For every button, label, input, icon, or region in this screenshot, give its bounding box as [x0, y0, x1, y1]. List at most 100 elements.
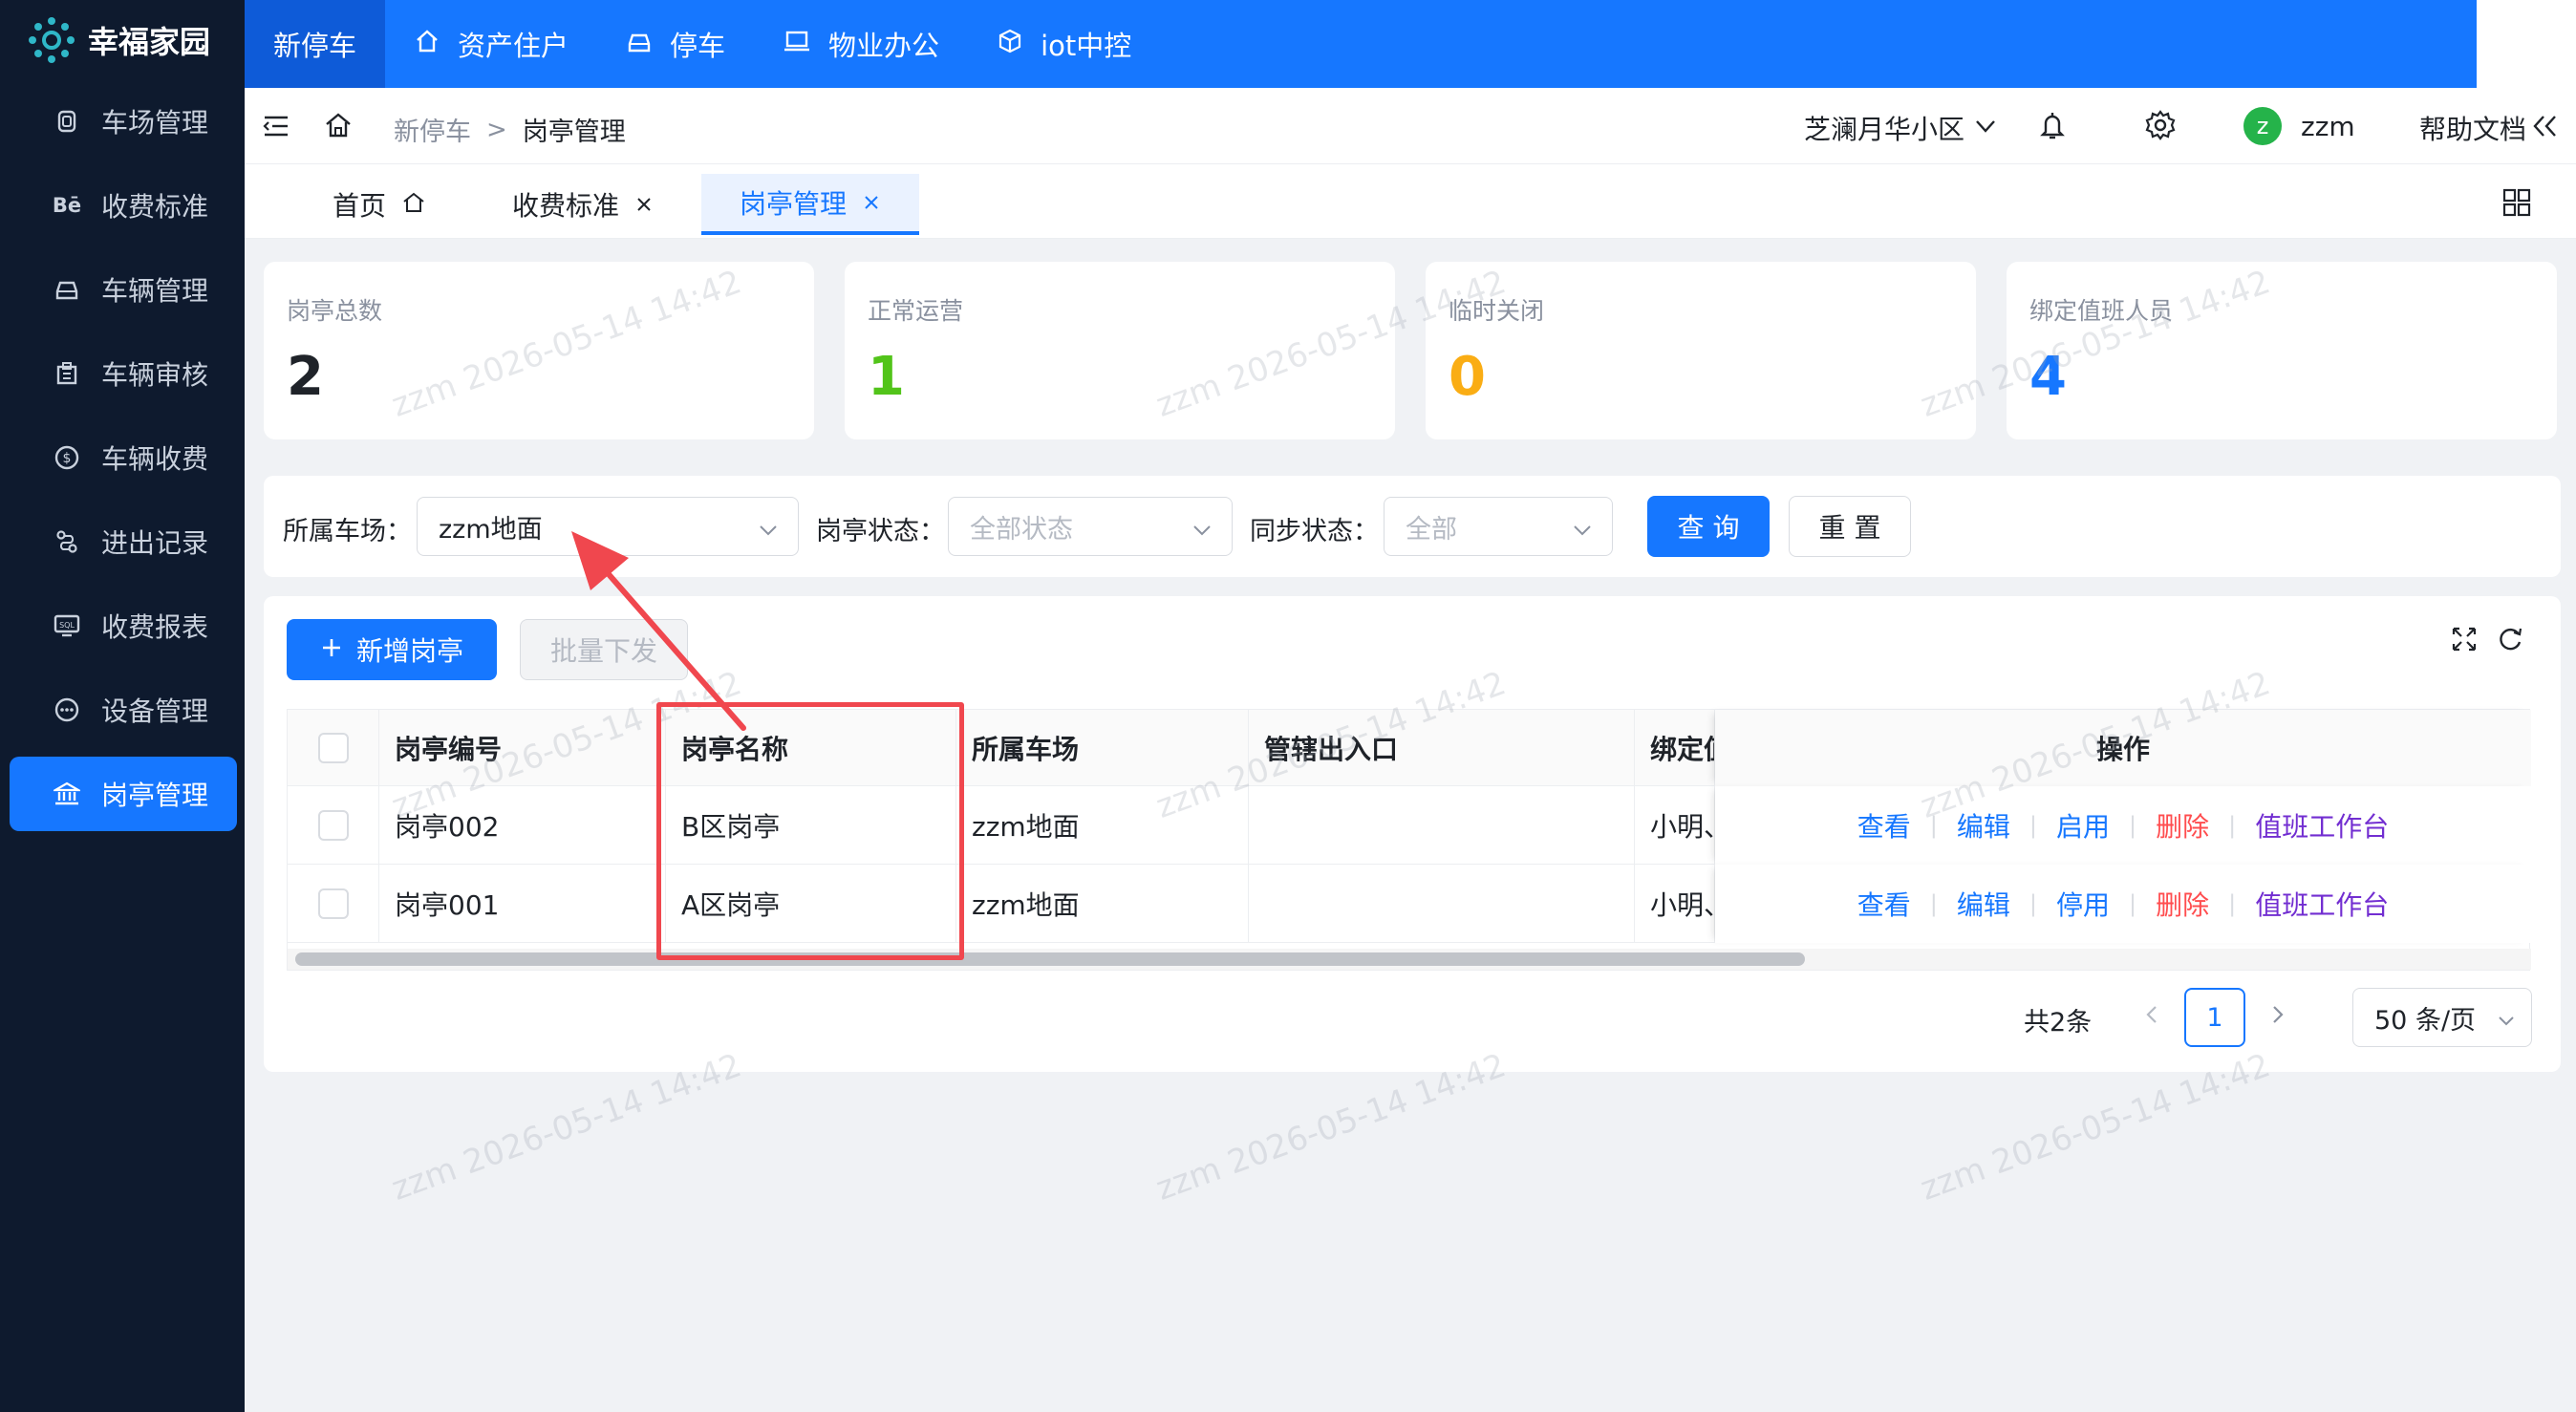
sidebar-item-device-management[interactable]: 设备管理 [10, 673, 237, 747]
chevron-down-icon [758, 517, 779, 546]
edit-link[interactable]: 编辑 [1957, 885, 2010, 923]
action-divider: | [2129, 890, 2137, 917]
help-docs-link[interactable]: 帮助文档 [2419, 109, 2559, 147]
bank-icon [54, 781, 80, 807]
tab-fee-standard[interactable]: 收费标准 [474, 174, 692, 235]
row-checkbox[interactable] [317, 888, 349, 919]
home-icon [414, 28, 440, 61]
home-icon [401, 189, 426, 221]
cell-staff: 小明、 [1635, 786, 1715, 865]
topnav-item-new-parking[interactable]: 新停车 [245, 0, 386, 88]
stat-label: 绑定值班人员 [2029, 297, 2174, 325]
parking-select[interactable]: zzm地面 [417, 497, 799, 556]
horizontal-scrollbar[interactable] [288, 949, 2531, 970]
topnav-item-assets-residents[interactable]: 资产住户 [385, 0, 597, 88]
column-header-gates[interactable]: 管辖出入口 [1249, 710, 1635, 786]
bell-icon[interactable] [2039, 109, 2066, 141]
sidebar-item-label: 车辆审核 [101, 359, 209, 391]
brand[interactable]: 幸福家园 [27, 11, 210, 69]
sidebar-item-booth-management[interactable]: 岗亭管理 [10, 757, 237, 831]
close-icon[interactable] [862, 187, 881, 219]
refresh-icon[interactable] [2496, 625, 2524, 657]
tab-home[interactable]: 首页 [294, 174, 464, 235]
community-selector[interactable]: 芝澜月华小区 [1804, 109, 1997, 147]
batch-dispatch-button[interactable]: 批量下发 [520, 619, 688, 680]
topnav-item-label: iot中控 [1041, 30, 1132, 62]
edit-link[interactable]: 编辑 [1957, 806, 2010, 845]
menu-fold-icon[interactable] [262, 113, 290, 139]
duty-workbench-link[interactable]: 值班工作台 [2255, 806, 2389, 845]
stat-value: 1 [868, 346, 905, 408]
sidebar-item-vehicle-management[interactable]: 车辆管理 [10, 252, 237, 327]
sidebar-item-vehicle-audit[interactable]: 车辆审核 [10, 336, 237, 411]
close-icon[interactable] [634, 189, 654, 221]
breadcrumb-item-new-parking[interactable]: 新停车 [394, 111, 471, 148]
topnav-item-iot-control[interactable]: iot中控 [968, 0, 1160, 88]
cell-gates [1249, 865, 1635, 943]
scrollbar-thumb[interactable] [295, 952, 1805, 966]
column-header-name[interactable]: 岗亭名称 [666, 710, 956, 786]
reset-button[interactable]: 重 置 [1789, 496, 1911, 557]
next-page-button[interactable] [2257, 995, 2299, 1038]
table-panel: 新增岗亭 批量下发 岗亭编号 岗亭名称 所属车场 管辖出入口 绑定值 操作 岗亭… [264, 596, 2561, 1072]
device-icon [54, 696, 80, 723]
stat-label: 正常运营 [868, 297, 964, 325]
cell-name: B区岗亭 [666, 786, 956, 865]
delete-link[interactable]: 删除 [2156, 806, 2209, 845]
action-divider: | [2129, 812, 2137, 839]
brand-name: 幸福家园 [88, 24, 211, 60]
action-divider: | [1929, 890, 1938, 917]
add-booth-label: 新增岗亭 [355, 635, 463, 667]
chevron-left-icon [2143, 1004, 2160, 1029]
chevron-down-icon [1191, 517, 1213, 546]
duty-workbench-link[interactable]: 值班工作台 [2255, 885, 2389, 923]
tab-label: 岗亭管理 [740, 188, 848, 220]
page-tabs: 首页 收费标准 岗亭管理 [245, 164, 2576, 239]
column-header-code[interactable]: 岗亭编号 [379, 710, 666, 786]
sidebar-item-vehicle-fee[interactable]: $ 车辆收费 [10, 420, 237, 495]
row-checkbox[interactable] [317, 810, 349, 841]
topnav-item-parking[interactable]: 停车 [597, 0, 754, 88]
topnav-item-property-office[interactable]: 物业办公 [754, 0, 968, 88]
tab-booth-management[interactable]: 岗亭管理 [701, 174, 920, 235]
column-header-parking[interactable]: 所属车场 [956, 710, 1249, 786]
filter-panel: 所属车场： zzm地面 岗亭状态： 全部状态 同步状态： 全部 查 询 重 置 [264, 476, 2561, 577]
sidebar-item-label: 车辆管理 [101, 275, 209, 307]
tab-label: 收费标准 [512, 190, 620, 222]
sidebar-item-label: 车辆收费 [101, 443, 209, 475]
user-menu[interactable]: z zzm [2243, 107, 2355, 145]
grid-icon[interactable] [2501, 187, 2532, 222]
gear-icon[interactable] [2144, 109, 2177, 141]
prev-page-button[interactable] [2131, 995, 2173, 1038]
enable-link[interactable]: 启用 [2056, 806, 2110, 845]
chevron-right-icon [2269, 1004, 2286, 1029]
topnav-item-label: 停车 [670, 30, 726, 62]
car-icon [626, 28, 653, 60]
delete-link[interactable]: 删除 [2156, 885, 2209, 923]
stat-label: 岗亭总数 [287, 297, 383, 325]
sidebar-item-fee-report[interactable]: SQL 收费报表 [10, 588, 237, 663]
query-button[interactable]: 查 询 [1647, 496, 1770, 557]
sync-select[interactable]: 全部 [1384, 497, 1613, 556]
page-size-select[interactable]: 50 条/页 [2352, 988, 2532, 1047]
view-link[interactable]: 查看 [1857, 806, 1911, 845]
home-icon[interactable] [323, 111, 354, 139]
sidebar-item-access-records[interactable]: 进出记录 [10, 504, 237, 579]
sidebar-item-parking-lot[interactable]: 车场管理 [10, 84, 237, 159]
dollar-icon: $ [54, 444, 80, 471]
sidebar-item-fee-standard[interactable]: Bē 收费标准 [10, 168, 237, 243]
fullscreen-icon[interactable] [2450, 625, 2479, 657]
header-bar: 新停车 > 岗亭管理 芝澜月华小区 z zzm 帮助文档 [245, 88, 2576, 164]
top-nav: 新停车 资产住户 停车 物业办公 iot中控 [245, 0, 2477, 88]
double-chevron-left-icon [2530, 113, 2559, 143]
pagination-total: 共2条 [2024, 1008, 2093, 1038]
status-select[interactable]: 全部状态 [948, 497, 1233, 556]
tab-label: 首页 [333, 190, 387, 222]
disable-link[interactable]: 停用 [2056, 885, 2110, 923]
select-all-checkbox[interactable] [317, 733, 349, 763]
column-header-staff[interactable]: 绑定值 [1635, 710, 1715, 786]
page-number-button[interactable]: 1 [2184, 988, 2245, 1047]
view-link[interactable]: 查看 [1857, 885, 1911, 923]
add-booth-button[interactable]: 新增岗亭 [287, 619, 497, 680]
cell-gates [1249, 786, 1635, 865]
